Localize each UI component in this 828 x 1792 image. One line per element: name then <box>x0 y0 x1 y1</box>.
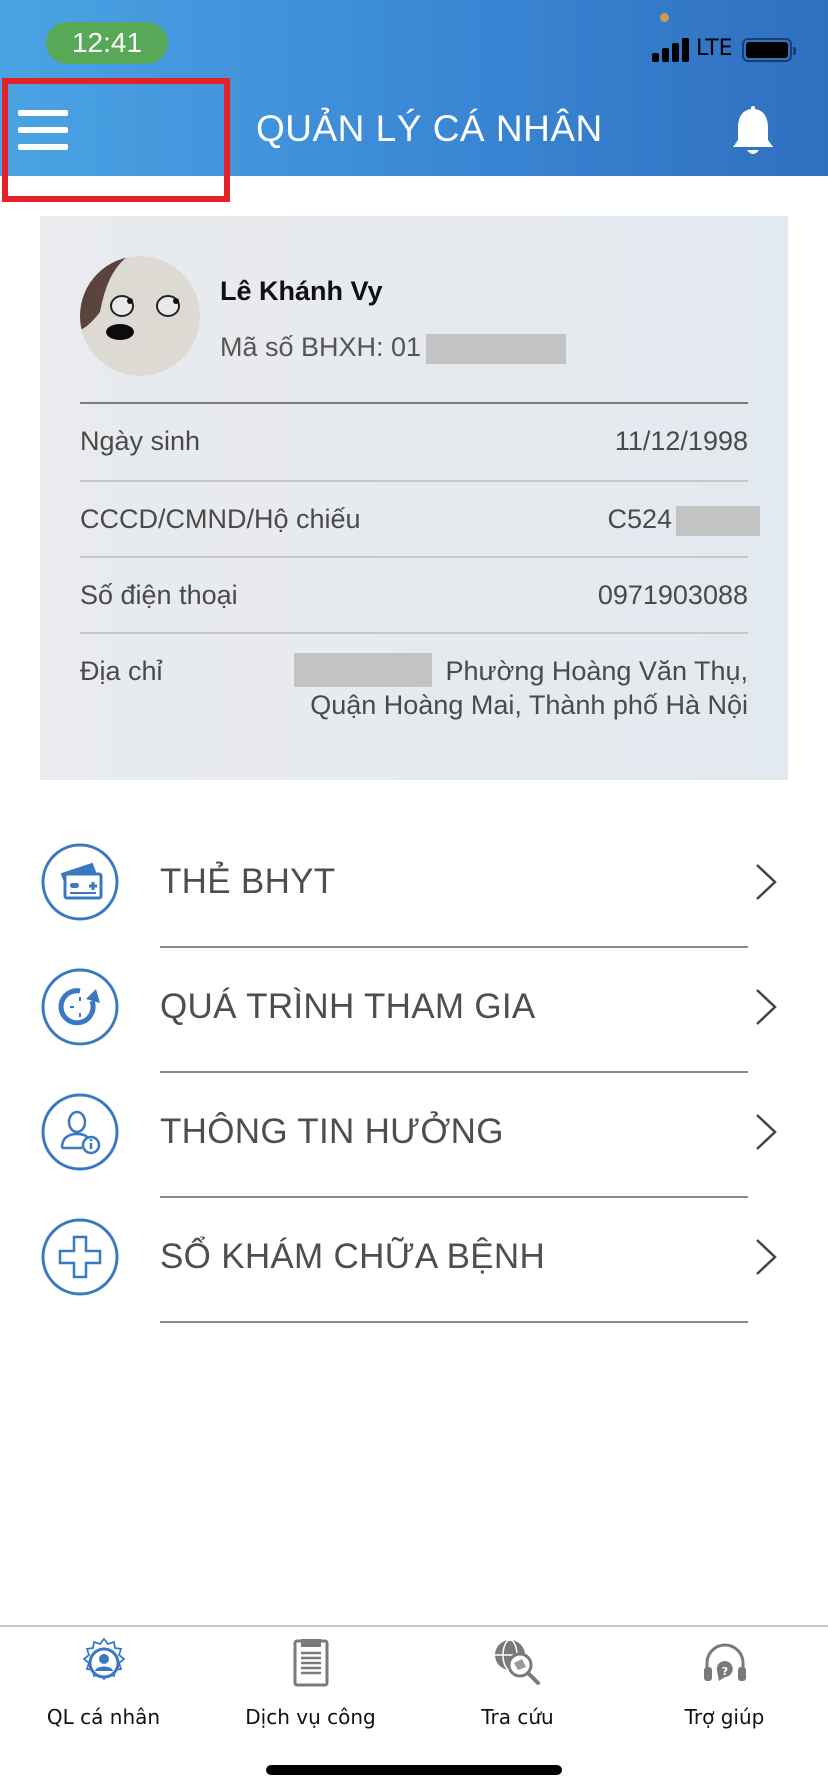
tab-lookup[interactable]: Tra cứu <box>414 1627 621 1747</box>
tab-help[interactable]: ? Trợ giúp <box>621 1627 828 1747</box>
headset-help-icon: ? <box>704 1643 746 1681</box>
menu-item-participation-history[interactable]: QUÁ TRÌNH THAM GIA <box>0 967 828 1092</box>
chevron-right-icon <box>756 1114 777 1150</box>
profile-divider <box>80 402 748 404</box>
profile-card: Lê Khánh Vy Mã số BHXH: 01 Ngày sinh 11/… <box>40 216 788 780</box>
field-value: C524 <box>607 504 672 534</box>
status-time: 12:41 <box>46 22 168 64</box>
camera-indicator-icon <box>660 13 669 22</box>
tab-personal[interactable]: QL cá nhân <box>0 1627 207 1747</box>
menu-item-label: SỔ KHÁM CHỮA BỆNH <box>160 1237 546 1276</box>
field-divider <box>80 632 748 634</box>
tab-label: Trợ giúp <box>684 1705 765 1729</box>
svg-text:?: ? <box>722 1665 728 1678</box>
tab-label: Dịch vụ công <box>245 1705 376 1729</box>
history-clock-icon <box>41 968 119 1046</box>
globe-search-icon <box>495 1639 540 1685</box>
menu-item-medical-book[interactable]: SỔ KHÁM CHỮA BỆNH <box>0 1217 828 1342</box>
medical-cross-icon <box>41 1218 119 1296</box>
chevron-right-icon <box>756 1239 777 1275</box>
menu-item-label: THẺ BHYT <box>160 862 336 901</box>
chevron-right-icon <box>756 989 777 1025</box>
user-info-icon <box>41 1093 119 1171</box>
redacted-id-number <box>676 506 760 536</box>
menu-highlight-box <box>2 78 230 202</box>
field-label: CCCD/CMND/Hộ chiếu <box>80 504 361 534</box>
menu-item-divider <box>160 1071 748 1073</box>
battery-icon <box>742 38 796 62</box>
address-value: Phường Hoàng Văn Thụ, Quận Hoàng Mai, Th… <box>248 654 748 722</box>
signal-strength-icon <box>652 38 692 62</box>
redacted-bhxh-code <box>426 334 566 364</box>
field-label: Địa chỉ <box>80 656 163 686</box>
avatar <box>80 256 200 376</box>
menu-item-divider <box>160 1321 748 1323</box>
menu-item-benefit-info[interactable]: THÔNG TIN HƯỞNG <box>0 1092 828 1217</box>
tab-label: QL cá nhân <box>46 1705 161 1729</box>
health-insurance-card-icon <box>41 843 119 921</box>
field-divider <box>80 556 748 558</box>
menu-item-label: THÔNG TIN HƯỞNG <box>160 1112 504 1151</box>
page-title: QUẢN LÝ CÁ NHÂN <box>256 108 603 149</box>
tab-label: Tra cứu <box>481 1705 554 1729</box>
bhxh-code: Mã số BHXH: 01 <box>220 332 422 362</box>
clipboard-icon <box>293 1639 329 1687</box>
menu-item-health-card[interactable]: THẺ BHYT <box>0 842 828 967</box>
chevron-right-icon <box>756 864 777 900</box>
menu-item-label: QUÁ TRÌNH THAM GIA <box>160 987 536 1026</box>
address-line-1: Phường Hoàng Văn Thụ, <box>445 656 748 686</box>
field-label: Ngày sinh <box>80 426 201 456</box>
home-indicator[interactable] <box>266 1765 562 1775</box>
field-divider <box>80 480 748 482</box>
user-gear-icon <box>82 1637 126 1681</box>
network-type: LTE <box>696 36 733 61</box>
field-value: 0971903088 <box>597 580 748 610</box>
field-value: 11/12/1998 <box>614 426 748 456</box>
menu-item-divider <box>160 1196 748 1198</box>
profile-name: Lê Khánh Vy <box>220 276 383 306</box>
bell-icon[interactable] <box>728 106 778 158</box>
menu-item-divider <box>160 946 748 948</box>
tab-public-services[interactable]: Dịch vụ công <box>207 1627 414 1747</box>
field-label: Số điện thoại <box>80 580 238 610</box>
address-line-2: Quận Hoàng Mai, Thành phố Hà Nội <box>310 690 748 720</box>
